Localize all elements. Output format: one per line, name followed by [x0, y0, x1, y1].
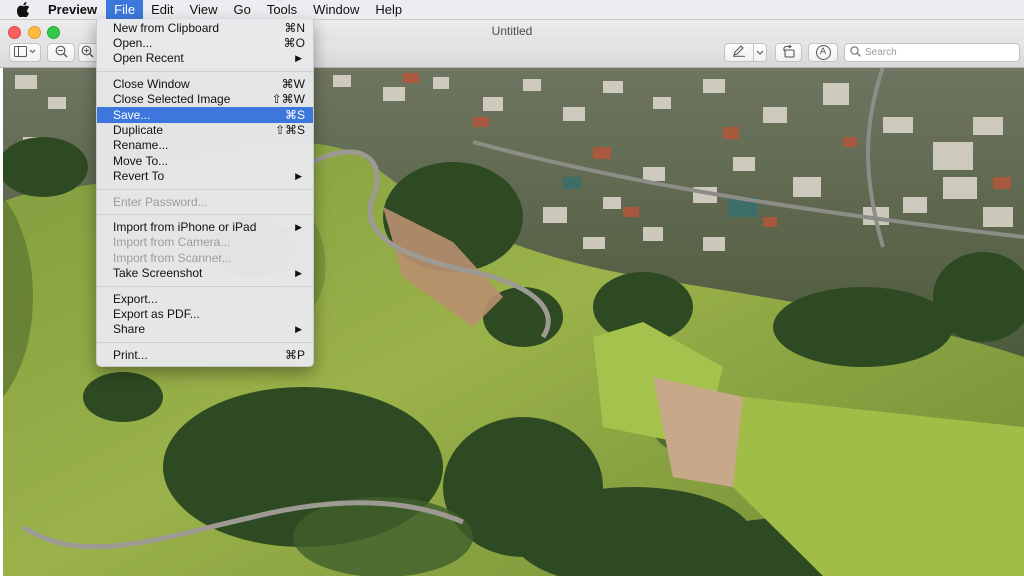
apple-logo-icon[interactable] [14, 0, 32, 19]
menu-item-shortcut: ⌘O [283, 36, 305, 50]
menu-item-label: Rename... [113, 138, 169, 152]
menu-item-duplicate[interactable]: Duplicate ⇧⌘S [97, 123, 313, 138]
menu-item-label: Close Selected Image [113, 92, 231, 106]
search-icon [850, 44, 861, 62]
menu-item-close-window[interactable]: Close Window ⌘W [97, 77, 313, 92]
file-menu: New from Clipboard ⌘N Open... ⌘O Open Re… [96, 19, 314, 367]
submenu-arrow-icon: ▶ [295, 53, 302, 63]
menu-edit[interactable]: Edit [143, 0, 181, 19]
menu-item-label: Export as PDF... [113, 307, 200, 321]
menu-item-shortcut: ⌘S [284, 108, 305, 122]
menu-item-label: New from Clipboard [113, 21, 220, 35]
menu-item-rename[interactable]: Rename... [97, 138, 313, 153]
menu-item-label: Move To... [113, 154, 169, 168]
menu-item-import-from-camera: Import from Camera... [97, 235, 313, 250]
zoom-out-button[interactable] [47, 43, 75, 62]
menu-item-label: Import from Scanner... [113, 251, 232, 265]
menu-item-enter-password: Enter Password... [97, 195, 313, 210]
menu-item-label: Open... [113, 36, 153, 50]
sidebar-toggle-button[interactable] [9, 43, 41, 62]
submenu-arrow-icon: ▶ [295, 222, 302, 232]
menu-item-label: Take Screenshot [113, 266, 203, 280]
menu-item-open[interactable]: Open... ⌘O [97, 36, 313, 51]
menu-item-label: Enter Password... [113, 195, 208, 209]
menu-item-shortcut: ⌘N [284, 21, 305, 35]
menu-item-import-from-iphone[interactable]: Import from iPhone or iPad ▶ [97, 220, 313, 235]
menu-item-label: Share [113, 322, 146, 336]
app-name[interactable]: Preview [41, 0, 104, 19]
annotate-icon: A [815, 45, 831, 60]
menu-separator [97, 214, 313, 215]
menu-item-label: Save... [113, 108, 151, 122]
menu-go[interactable]: Go [225, 0, 258, 19]
markup-pen-menu-button[interactable] [753, 43, 767, 62]
menu-item-export-as-pdf[interactable]: Export as PDF... [97, 307, 313, 322]
menu-item-share[interactable]: Share ▶ [97, 322, 313, 337]
zoom-out-icon [55, 45, 68, 61]
menu-item-save[interactable]: Save... ⌘S [97, 107, 313, 123]
menu-item-new-from-clipboard[interactable]: New from Clipboard ⌘N [97, 21, 313, 36]
menu-item-move-to[interactable]: Move To... [97, 154, 313, 169]
menu-file[interactable]: File [106, 0, 144, 19]
menu-item-shortcut: ⇧⌘W [271, 92, 305, 106]
menu-item-label: Close Window [113, 77, 190, 91]
menu-bar: Preview File Edit View Go Tools Window H… [0, 0, 1024, 20]
search-input[interactable]: Search [844, 43, 1020, 62]
menu-help[interactable]: Help [367, 0, 410, 19]
menu-item-take-screenshot[interactable]: Take Screenshot ▶ [97, 266, 313, 281]
menu-item-label: Duplicate [113, 123, 164, 137]
menu-view[interactable]: View [182, 0, 226, 19]
submenu-arrow-icon: ▶ [295, 268, 302, 278]
menu-window[interactable]: Window [305, 0, 367, 19]
annotate-button[interactable]: A [808, 43, 838, 62]
menu-item-print[interactable]: Print... ⌘P [97, 348, 313, 363]
menu-item-label: Revert To [113, 169, 165, 183]
rotate-button[interactable] [775, 43, 802, 62]
menu-separator [97, 189, 313, 190]
menu-tools[interactable]: Tools [259, 0, 305, 19]
menu-item-close-selected-image[interactable]: Close Selected Image ⇧⌘W [97, 92, 313, 107]
menu-item-label: Open Recent [113, 51, 184, 65]
chevron-down-icon [756, 47, 764, 58]
zoom-in-icon [81, 45, 94, 61]
menu-item-shortcut: ⇧⌘S [274, 123, 305, 137]
menu-item-shortcut: ⌘W [281, 77, 305, 91]
menu-separator [97, 286, 313, 287]
zoom-in-button[interactable] [78, 43, 96, 62]
menu-item-label: Import from Camera... [113, 235, 231, 249]
search-placeholder: Search [865, 47, 897, 58]
rotate-icon [782, 44, 796, 61]
menu-item-import-from-scanner: Import from Scanner... [97, 251, 313, 266]
menu-item-open-recent[interactable]: Open Recent ▶ [97, 51, 313, 66]
menu-item-shortcut: ⌘P [284, 348, 305, 362]
menu-item-label: Import from iPhone or iPad [113, 220, 257, 234]
markup-pen-button[interactable] [724, 43, 754, 62]
menu-item-label: Export... [113, 292, 158, 306]
markup-pen-icon [732, 45, 746, 60]
menu-separator [97, 71, 313, 72]
menu-item-revert-to[interactable]: Revert To ▶ [97, 169, 313, 184]
submenu-arrow-icon: ▶ [295, 324, 302, 334]
submenu-arrow-icon: ▶ [295, 171, 302, 181]
sidebar-toggle-icon [14, 45, 36, 60]
menu-item-label: Print... [113, 348, 148, 362]
menu-item-export[interactable]: Export... [97, 292, 313, 307]
menu-separator [97, 342, 313, 343]
